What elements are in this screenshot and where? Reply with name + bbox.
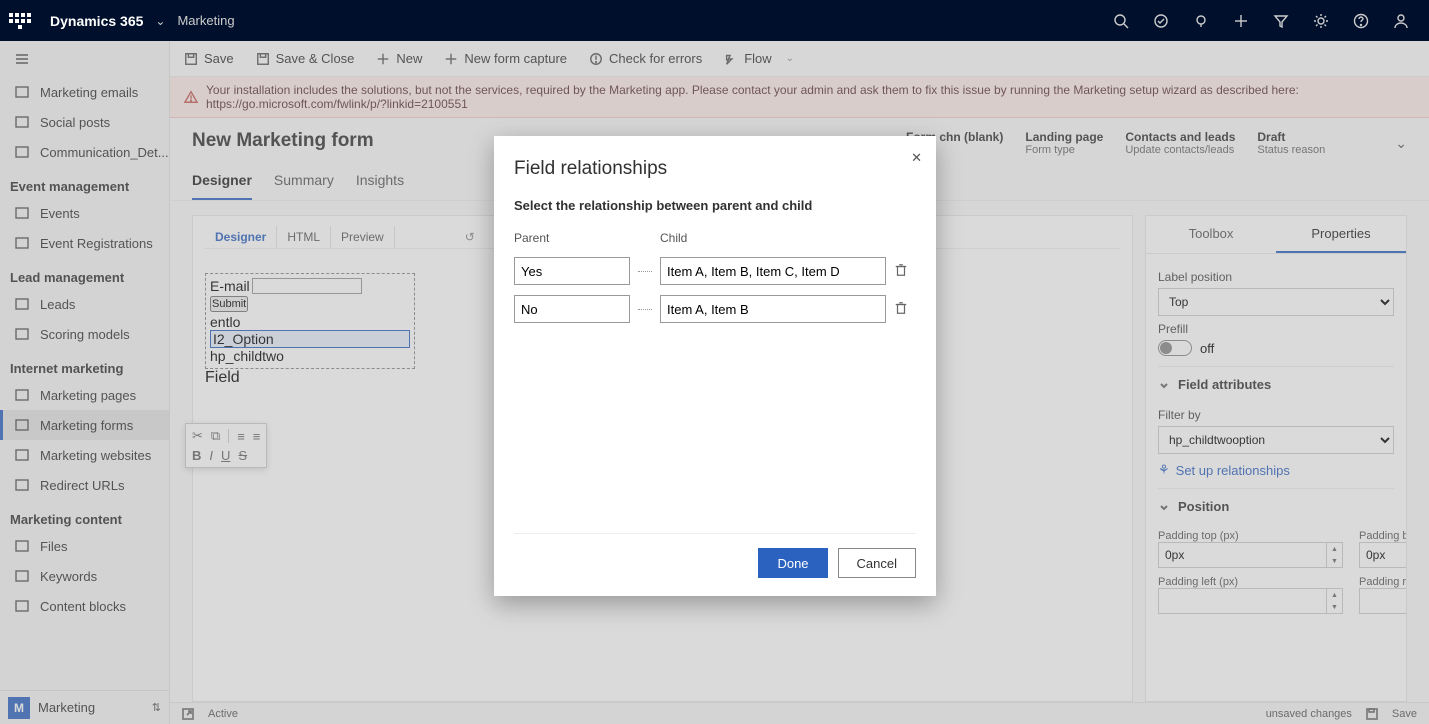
- parent-input[interactable]: [514, 257, 630, 285]
- delete-row-icon[interactable]: [894, 301, 916, 318]
- parent-header: Parent: [514, 231, 630, 245]
- field-relationships-dialog: ✕ Field relationships Select the relatio…: [494, 136, 936, 596]
- child-input[interactable]: [660, 257, 886, 285]
- chevron-down-icon[interactable]: ⌄: [155, 14, 165, 28]
- gear-icon[interactable]: [1301, 0, 1341, 41]
- search-icon[interactable]: [1101, 0, 1141, 41]
- top-bar: Dynamics 365 ⌄ Marketing: [0, 0, 1429, 41]
- plus-icon[interactable]: [1221, 0, 1261, 41]
- user-icon[interactable]: [1381, 0, 1421, 41]
- cancel-button[interactable]: Cancel: [838, 548, 916, 578]
- parent-input[interactable]: [514, 295, 630, 323]
- delete-row-icon[interactable]: [894, 263, 916, 280]
- app-launcher-icon[interactable]: [8, 9, 32, 33]
- close-icon[interactable]: ✕: [911, 150, 922, 166]
- brand[interactable]: Dynamics 365: [50, 13, 143, 29]
- done-button[interactable]: Done: [758, 548, 827, 578]
- filter-icon[interactable]: [1261, 0, 1301, 41]
- task-icon[interactable]: [1141, 0, 1181, 41]
- bulb-icon[interactable]: [1181, 0, 1221, 41]
- child-input[interactable]: [660, 295, 886, 323]
- dialog-subtitle: Select the relationship between parent a…: [514, 198, 916, 213]
- help-icon[interactable]: [1341, 0, 1381, 41]
- module-name: Marketing: [177, 13, 234, 28]
- dialog-title: Field relationships: [514, 158, 916, 180]
- child-header: Child: [660, 231, 886, 245]
